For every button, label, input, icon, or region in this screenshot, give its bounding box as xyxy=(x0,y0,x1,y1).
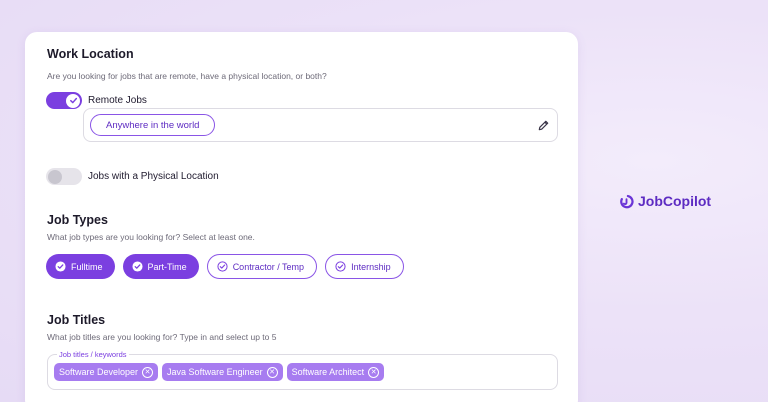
close-icon[interactable]: ✕ xyxy=(266,366,278,378)
physical-jobs-label: Jobs with a Physical Location xyxy=(88,171,219,182)
brand-logo: JobCopilot xyxy=(619,193,711,209)
preferences-card: Work Location Are you looking for jobs t… xyxy=(25,32,578,402)
jobcopilot-logo-icon xyxy=(620,194,634,208)
location-selector[interactable]: Anywhere in the world xyxy=(83,108,558,142)
job-type-label: Fulltime xyxy=(71,261,103,272)
work-location-description: Are you looking for jobs that are remote… xyxy=(47,71,327,81)
location-chip[interactable]: Anywhere in the world xyxy=(90,114,216,136)
remote-jobs-row: Remote Jobs xyxy=(46,92,147,109)
brand-name: JobCopilot xyxy=(638,193,712,209)
job-types-title: Job Types xyxy=(47,213,108,227)
job-titles-field-label: Job titles / keywords xyxy=(57,350,129,359)
check-circle-icon xyxy=(55,261,66,272)
job-titles-input[interactable]: Job titles / keywords Software Developer… xyxy=(47,350,558,390)
job-title-tag: Java Software Engineer ✕ xyxy=(162,363,283,381)
job-title-tags: Software Developer ✕ Java Software Engin… xyxy=(54,363,385,381)
work-location-title: Work Location xyxy=(47,47,134,61)
job-title-tag: Software Architect ✕ xyxy=(286,363,385,381)
check-icon xyxy=(66,93,80,108)
close-icon[interactable]: ✕ xyxy=(368,366,380,378)
job-types-description: What job types are you looking for? Sele… xyxy=(47,232,255,242)
pencil-icon[interactable] xyxy=(537,119,550,132)
remote-jobs-label: Remote Jobs xyxy=(88,95,147,106)
job-titles-description: What job titles are you looking for? Typ… xyxy=(47,332,277,342)
check-circle-outline-icon xyxy=(335,261,346,272)
job-type-label: Contractor / Temp xyxy=(232,261,305,272)
job-type-contractor[interactable]: Contractor / Temp xyxy=(206,254,318,279)
remote-jobs-toggle[interactable] xyxy=(46,92,82,109)
job-type-options: Fulltime Part-Time Contractor / Temp Int… xyxy=(46,254,404,279)
job-type-fulltime[interactable]: Fulltime xyxy=(46,254,115,279)
physical-jobs-row: Jobs with a Physical Location xyxy=(46,168,219,185)
job-titles-title: Job Titles xyxy=(47,313,106,327)
job-type-label: Internship xyxy=(351,261,391,272)
job-title-tag: Software Developer ✕ xyxy=(54,363,159,381)
job-type-part-time[interactable]: Part-Time xyxy=(122,254,199,279)
physical-jobs-toggle[interactable] xyxy=(46,168,82,185)
job-type-label: Part-Time xyxy=(147,261,187,272)
job-type-internship[interactable]: Internship xyxy=(325,254,404,279)
close-icon[interactable]: ✕ xyxy=(142,366,154,378)
check-circle-icon xyxy=(131,261,143,272)
check-circle-outline-icon xyxy=(217,261,228,272)
